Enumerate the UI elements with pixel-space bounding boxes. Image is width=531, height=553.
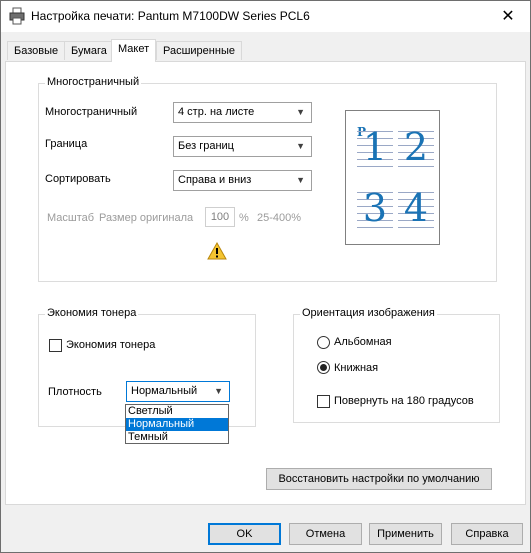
density-select[interactable]: Нормальный ▼ [126, 381, 230, 402]
chevron-down-icon: ▼ [296, 141, 305, 151]
orientation-group-title: Ориентация изображения [300, 307, 437, 319]
border-label: Граница [45, 138, 88, 150]
chevron-down-icon: ▼ [214, 386, 223, 396]
help-button[interactable]: Справка [451, 523, 523, 545]
tab-advanced[interactable]: Расширенные [156, 41, 242, 60]
tab-paper[interactable]: Бумага [64, 41, 114, 60]
printer-icon [9, 7, 25, 25]
border-value: Без границ [178, 140, 234, 152]
window-title: Настройка печати: Pantum M7100DW Series … [31, 9, 310, 23]
tab-basic[interactable]: Базовые [7, 41, 66, 60]
order-label: Сортировать [45, 173, 111, 185]
layout-tab-panel: Многостраничный Многостраничный 4 стр. н… [5, 61, 526, 505]
print-settings-window: Настройка печати: Pantum M7100DW Series … [0, 0, 531, 553]
ok-button[interactable]: OK [208, 523, 281, 545]
apply-button[interactable]: Применить [369, 523, 442, 545]
warning-icon [207, 241, 227, 260]
portrait-label: Книжная [334, 362, 379, 374]
scale-input[interactable]: 100 [205, 207, 235, 227]
chevron-down-icon: ▼ [296, 175, 305, 185]
cancel-button[interactable]: Отмена [289, 523, 362, 545]
multipage-group-title: Многостраничный [45, 76, 142, 88]
pages-per-sheet-label: Многостраничный [45, 106, 138, 118]
preview-digit: 4 [403, 186, 429, 230]
preview-page-2: 2 [398, 125, 434, 169]
order-value: Справа и вниз [178, 174, 252, 186]
density-label: Плотность [48, 386, 102, 398]
density-option-normal[interactable]: Нормальный [126, 418, 228, 431]
toner-save-checkbox[interactable] [49, 339, 62, 352]
density-dropdown-list: Светлый Нормальный Темный [125, 404, 229, 444]
density-option-dark[interactable]: Темный [126, 431, 228, 444]
landscape-radio[interactable] [317, 336, 330, 349]
percent-sign: % [239, 212, 249, 224]
pages-per-sheet-select[interactable]: 4 стр. на листе ▼ [173, 102, 312, 123]
landscape-label: Альбомная [334, 336, 392, 348]
preview-digit: 1 [362, 125, 388, 169]
layout-preview: P 1 2 3 4 [345, 110, 440, 245]
restore-defaults-button[interactable]: Восстановить настройки по умолчанию [266, 468, 492, 490]
rotate-180-checkbox[interactable] [317, 395, 330, 408]
order-select[interactable]: Справа и вниз ▼ [173, 170, 312, 191]
close-icon[interactable]: ✕ [497, 7, 519, 27]
scale-range-label: 25-400% [257, 212, 302, 224]
preview-page-1: 1 [357, 125, 393, 169]
tab-layout[interactable]: Макет [111, 39, 157, 62]
density-value: Нормальный [131, 385, 198, 397]
border-select[interactable]: Без границ ▼ [173, 136, 312, 157]
rotate-180-label: Повернуть на 180 градусов [334, 395, 474, 407]
preview-digit: 3 [362, 186, 388, 230]
pages-per-sheet-value: 4 стр. на листе [178, 106, 255, 118]
toner-group-title: Экономия тонера [45, 307, 139, 319]
portrait-radio[interactable] [317, 361, 330, 374]
density-option-light[interactable]: Светлый [126, 405, 228, 418]
preview-digit: 2 [403, 125, 429, 169]
preview-page-4: 4 [398, 186, 434, 230]
chevron-down-icon: ▼ [296, 107, 305, 117]
original-size-label: Размер оригинала [99, 212, 194, 224]
preview-page-3: 3 [357, 186, 393, 230]
scale-label: Масштаб [47, 212, 95, 224]
title-bar: Настройка печати: Pantum M7100DW Series … [1, 1, 530, 32]
toner-save-label: Экономия тонера [66, 339, 156, 351]
